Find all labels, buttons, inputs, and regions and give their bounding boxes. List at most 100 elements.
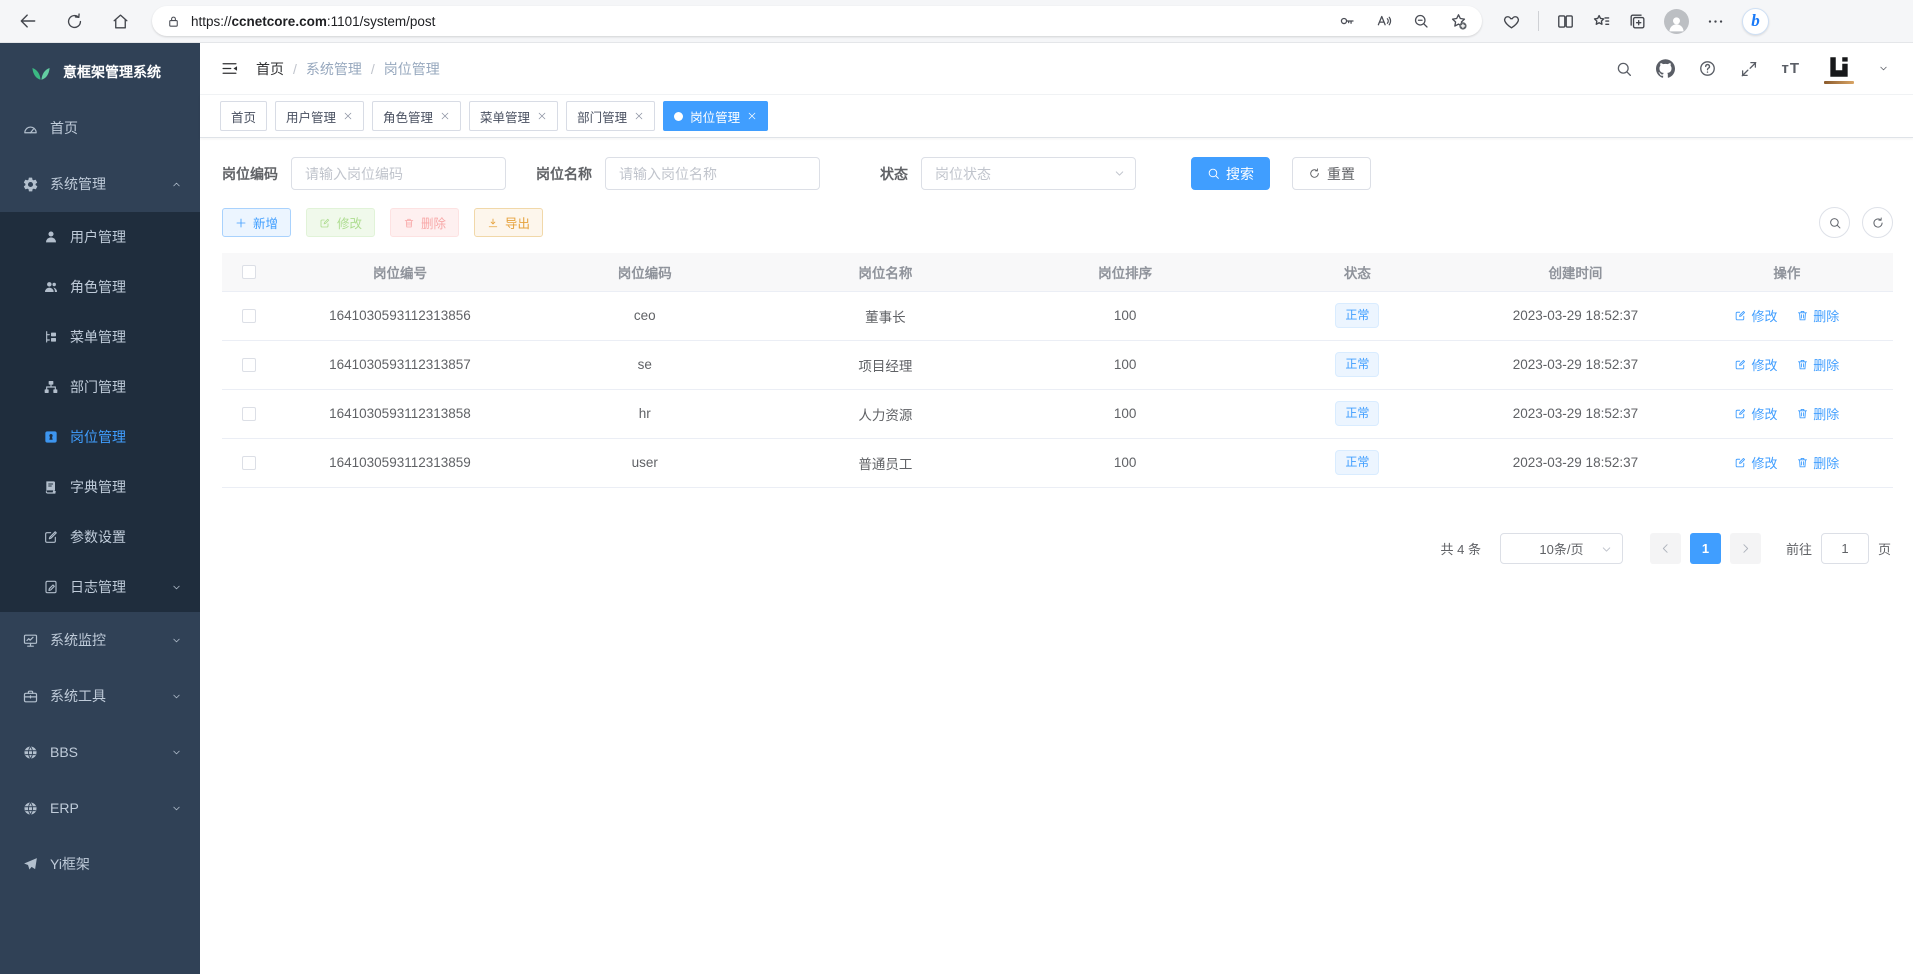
table-row: 1641030593112313859 user 普通员工 100 正常 202…	[222, 438, 1893, 487]
sidebar-item-system-tools[interactable]: 系统工具	[0, 668, 200, 724]
back-icon[interactable]	[18, 11, 38, 31]
help-icon[interactable]	[1698, 59, 1717, 78]
caret-down-icon[interactable]	[1878, 63, 1889, 74]
sidebar-item-home[interactable]: 首页	[0, 100, 200, 156]
tab-home[interactable]: 首页	[220, 101, 267, 131]
row-checkbox[interactable]	[242, 456, 256, 470]
row-delete-link[interactable]: 删除	[1796, 404, 1839, 423]
active-tab-dot	[674, 112, 683, 121]
sidebar: 意框架管理系统 首页 系统管理 用户管理 角色管理	[0, 43, 200, 974]
reset-button[interactable]: 重置	[1292, 157, 1371, 190]
row-delete-link[interactable]: 删除	[1796, 355, 1839, 374]
page-number[interactable]: 1	[1690, 533, 1721, 564]
more-icon[interactable]	[1706, 12, 1725, 31]
dictionary-icon	[43, 479, 59, 495]
tab-user-management[interactable]: 用户管理	[275, 101, 364, 131]
split-screen-icon[interactable]	[1556, 12, 1575, 31]
sidebar-item-menu-management[interactable]: 菜单管理	[0, 312, 200, 362]
cell-created: 2023-03-29 18:52:37	[1470, 291, 1681, 340]
col-actions: 操作	[1681, 253, 1893, 291]
read-aloud-icon[interactable]	[1375, 12, 1393, 30]
profile-avatar[interactable]	[1664, 9, 1689, 34]
sidebar-item-log-management[interactable]: 日志管理	[0, 562, 200, 612]
browser-essentials-icon[interactable]	[1502, 12, 1521, 31]
breadcrumb-home[interactable]: 首页	[256, 59, 284, 79]
add-favorite-icon[interactable]	[1449, 12, 1468, 31]
close-icon[interactable]	[634, 111, 644, 121]
pagination: 共 4 条 10条/页 1 前往 页	[222, 533, 1893, 564]
sidebar-item-user-management[interactable]: 用户管理	[0, 212, 200, 262]
sidebar-item-system-monitor[interactable]: 系统监控	[0, 612, 200, 668]
address-bar[interactable]: https://ccnetcore.com:1101/system/post	[152, 6, 1482, 36]
toggle-search-button[interactable]	[1819, 207, 1850, 238]
sidebar-collapse-icon[interactable]	[220, 59, 239, 78]
toolbox-icon	[22, 688, 39, 705]
cell-post-code: hr	[524, 389, 765, 438]
home-icon[interactable]	[111, 12, 130, 31]
page-content: 岗位编码 岗位名称 状态 岗位状态 搜索	[200, 138, 1913, 974]
tab-post-management[interactable]: 岗位管理	[663, 101, 768, 131]
edit-button[interactable]: 修改	[306, 208, 375, 237]
tab-role-management[interactable]: 角色管理	[372, 101, 461, 131]
password-key-icon[interactable]	[1338, 12, 1356, 30]
next-page-button[interactable]	[1730, 533, 1761, 564]
browser-toolbar: https://ccnetcore.com:1101/system/post b	[0, 0, 1913, 43]
close-icon[interactable]	[440, 111, 450, 121]
delete-button[interactable]: 删除	[390, 208, 459, 237]
collections-icon[interactable]	[1628, 12, 1647, 31]
close-icon[interactable]	[537, 111, 547, 121]
fullscreen-icon[interactable]	[1740, 60, 1758, 78]
row-checkbox[interactable]	[242, 407, 256, 421]
page-size-select[interactable]: 10条/页	[1500, 533, 1623, 564]
sidebar-item-role-management[interactable]: 角色管理	[0, 262, 200, 312]
row-edit-link[interactable]: 修改	[1734, 453, 1777, 472]
row-edit-link[interactable]: 修改	[1734, 355, 1777, 374]
lock-icon[interactable]	[166, 14, 181, 29]
post-name-input[interactable]	[605, 157, 820, 190]
sidebar-item-system-management[interactable]: 系统管理	[0, 156, 200, 212]
edit-icon	[1734, 407, 1747, 420]
row-edit-link[interactable]: 修改	[1734, 404, 1777, 423]
select-all-checkbox[interactable]	[242, 265, 256, 279]
table-row: 1641030593112313856 ceo 董事长 100 正常 2023-…	[222, 291, 1893, 340]
url-text[interactable]: https://ccnetcore.com:1101/system/post	[191, 14, 435, 29]
cell-post-name: 董事长	[765, 291, 1006, 340]
header-search-icon[interactable]	[1615, 60, 1633, 78]
goto-page-input[interactable]	[1821, 533, 1869, 564]
add-button[interactable]: 新增	[222, 208, 291, 237]
tab-department-management[interactable]: 部门管理	[566, 101, 655, 131]
sidebar-item-department-management[interactable]: 部门管理	[0, 362, 200, 412]
sidebar-item-parameter-settings[interactable]: 参数设置	[0, 512, 200, 562]
row-delete-link[interactable]: 删除	[1796, 453, 1839, 472]
app-logo[interactable]: 意框架管理系统	[0, 43, 200, 100]
sidebar-menu: 首页 系统管理 用户管理 角色管理 菜单管理	[0, 100, 200, 892]
tab-menu-management[interactable]: 菜单管理	[469, 101, 558, 131]
sidebar-item-bbs[interactable]: BBS	[0, 724, 200, 780]
refresh-table-button[interactable]	[1862, 207, 1893, 238]
row-delete-link[interactable]: 删除	[1796, 306, 1839, 325]
cell-post-code: se	[524, 340, 765, 389]
export-button[interactable]: 导出	[474, 208, 543, 237]
favorites-icon[interactable]	[1592, 12, 1611, 31]
refresh-icon[interactable]	[65, 12, 84, 31]
prev-page-button[interactable]	[1650, 533, 1681, 564]
row-checkbox[interactable]	[242, 358, 256, 372]
row-checkbox[interactable]	[242, 309, 256, 323]
post-badge-icon	[43, 429, 59, 445]
user-avatar[interactable]	[1823, 54, 1855, 84]
post-code-input[interactable]	[291, 157, 506, 190]
status-select[interactable]: 岗位状态	[921, 157, 1136, 190]
copilot-icon[interactable]: b	[1742, 8, 1769, 35]
sidebar-item-erp[interactable]: ERP	[0, 780, 200, 836]
sidebar-item-post-management[interactable]: 岗位管理	[0, 412, 200, 462]
search-button[interactable]: 搜索	[1191, 157, 1270, 190]
close-icon[interactable]	[343, 111, 353, 121]
gear-icon	[22, 176, 39, 193]
github-icon[interactable]	[1656, 59, 1675, 78]
sidebar-item-yi-framework[interactable]: Yi框架	[0, 836, 200, 892]
row-edit-link[interactable]: 修改	[1734, 306, 1777, 325]
sidebar-item-dict-management[interactable]: 字典管理	[0, 462, 200, 512]
font-size-icon[interactable]: тT	[1781, 60, 1800, 77]
zoom-out-icon[interactable]	[1412, 12, 1430, 30]
close-icon[interactable]	[747, 111, 757, 121]
